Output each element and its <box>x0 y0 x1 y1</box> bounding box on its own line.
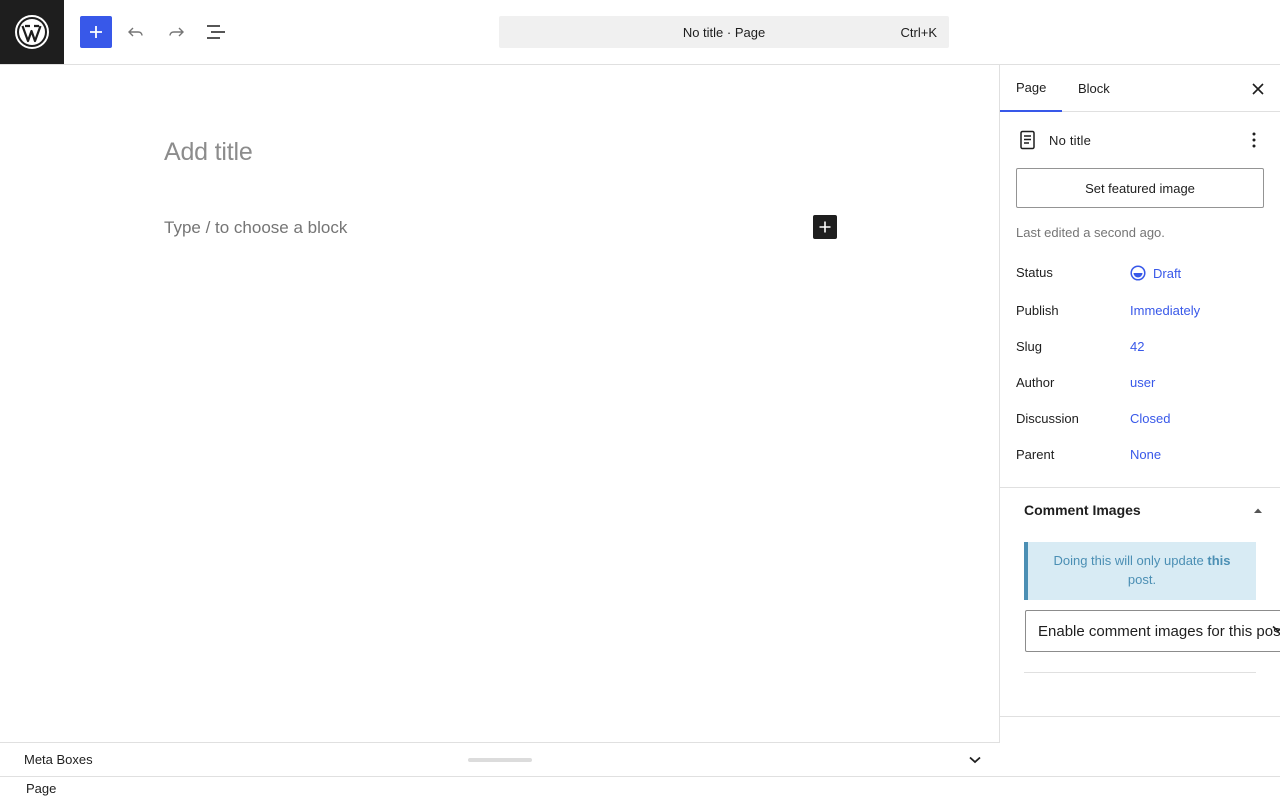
page-icon <box>1020 130 1035 150</box>
parent-row: Parent None <box>1016 447 1266 467</box>
undo-button[interactable] <box>120 16 152 48</box>
editor-canvas: Add title Type / to choose a block <box>0 65 999 743</box>
add-block-button[interactable] <box>813 215 837 239</box>
draft-status-icon <box>1130 265 1146 281</box>
block-inserter-button[interactable] <box>80 16 112 48</box>
last-edited-text: Last edited a second ago. <box>1016 225 1165 240</box>
comment-images-select[interactable]: Enable comment images for this post. <box>1025 610 1280 652</box>
plus-icon <box>90 26 102 38</box>
editor-footer: Page <box>0 776 1280 800</box>
chevron-down-icon[interactable] <box>1272 625 1280 633</box>
meta-boxes-resize-handle[interactable] <box>468 758 532 762</box>
publish-label: Publish <box>1016 303 1059 318</box>
keyboard-shortcut-label: Ctrl+K <box>900 25 937 40</box>
more-options-button[interactable] <box>1242 127 1266 153</box>
document-title: No title <box>1049 132 1092 148</box>
tab-page[interactable]: Page <box>1000 65 1062 112</box>
tab-block[interactable]: Block <box>1062 65 1126 112</box>
settings-sidebar: Page Block No title Set featured image L… <box>999 65 1280 776</box>
panel-bottom-divider <box>1000 716 1280 717</box>
panel-collapse-button[interactable] <box>1252 504 1264 516</box>
document-overview-button[interactable] <box>200 16 232 48</box>
comment-images-panel-title[interactable]: Comment Images <box>1024 502 1264 518</box>
status-row: Status Draft <box>1016 265 1266 285</box>
document-title-label: No title · Page <box>682 24 766 40</box>
notice-text-bold: this <box>1207 553 1231 568</box>
author-row: Author user <box>1016 375 1266 395</box>
discussion-value-button[interactable]: Closed <box>1130 411 1170 426</box>
meta-boxes-label: Meta Boxes <box>24 752 93 767</box>
publish-value-button[interactable]: Immediately <box>1130 303 1200 318</box>
publish-row: Publish Immediately <box>1016 303 1266 323</box>
list-view-icon <box>207 25 225 39</box>
status-label: Status <box>1016 265 1053 280</box>
slug-label: Slug <box>1016 339 1043 354</box>
caret-up-icon <box>1254 508 1262 513</box>
default-block-appender[interactable]: Type / to choose a block <box>164 218 347 238</box>
notice-text-prefix: Doing this will only update <box>1053 553 1208 568</box>
notice-text-suffix: post. <box>1127 572 1157 587</box>
set-featured-image-button[interactable]: Set featured image <box>1016 168 1264 208</box>
status-value-button[interactable]: Draft <box>1130 265 1181 281</box>
slug-value-button[interactable]: 42 <box>1130 339 1144 354</box>
status-value: Draft <box>1153 265 1182 281</box>
parent-label: Parent <box>1016 447 1055 462</box>
meta-boxes-toggle-button[interactable] <box>966 751 984 769</box>
panel-divider <box>1000 487 1280 488</box>
redo-icon <box>169 27 184 37</box>
breadcrumb[interactable]: Page <box>26 781 56 796</box>
discussion-row: Discussion Closed <box>1016 411 1266 431</box>
sidebar-tabs: Page Block <box>1000 65 1280 112</box>
info-notice: Doing this will only update this post. <box>1024 542 1256 600</box>
parent-value-button[interactable]: None <box>1130 447 1161 462</box>
command-palette-bar[interactable]: No title · Page Ctrl+K <box>499 16 949 48</box>
plus-icon <box>819 221 831 233</box>
more-vertical-icon <box>1252 132 1256 148</box>
slug-row: Slug 42 <box>1016 339 1266 359</box>
meta-boxes-bar: Meta Boxes <box>0 742 1000 776</box>
close-sidebar-button[interactable] <box>1246 77 1270 101</box>
editor-header: No title · Page Ctrl+K <box>0 0 1280 65</box>
undo-icon <box>128 27 143 37</box>
document-summary: No title <box>1016 127 1266 153</box>
panel-inner-divider <box>1024 672 1256 673</box>
redo-button[interactable] <box>160 16 192 48</box>
author-label: Author <box>1016 375 1055 390</box>
author-value-button[interactable]: user <box>1130 375 1155 390</box>
close-icon <box>1252 83 1264 95</box>
post-title-input[interactable]: Add title <box>164 138 253 167</box>
chevron-down-icon <box>969 756 981 764</box>
discussion-label: Discussion <box>1016 411 1079 426</box>
wordpress-logo-icon[interactable] <box>0 0 64 64</box>
